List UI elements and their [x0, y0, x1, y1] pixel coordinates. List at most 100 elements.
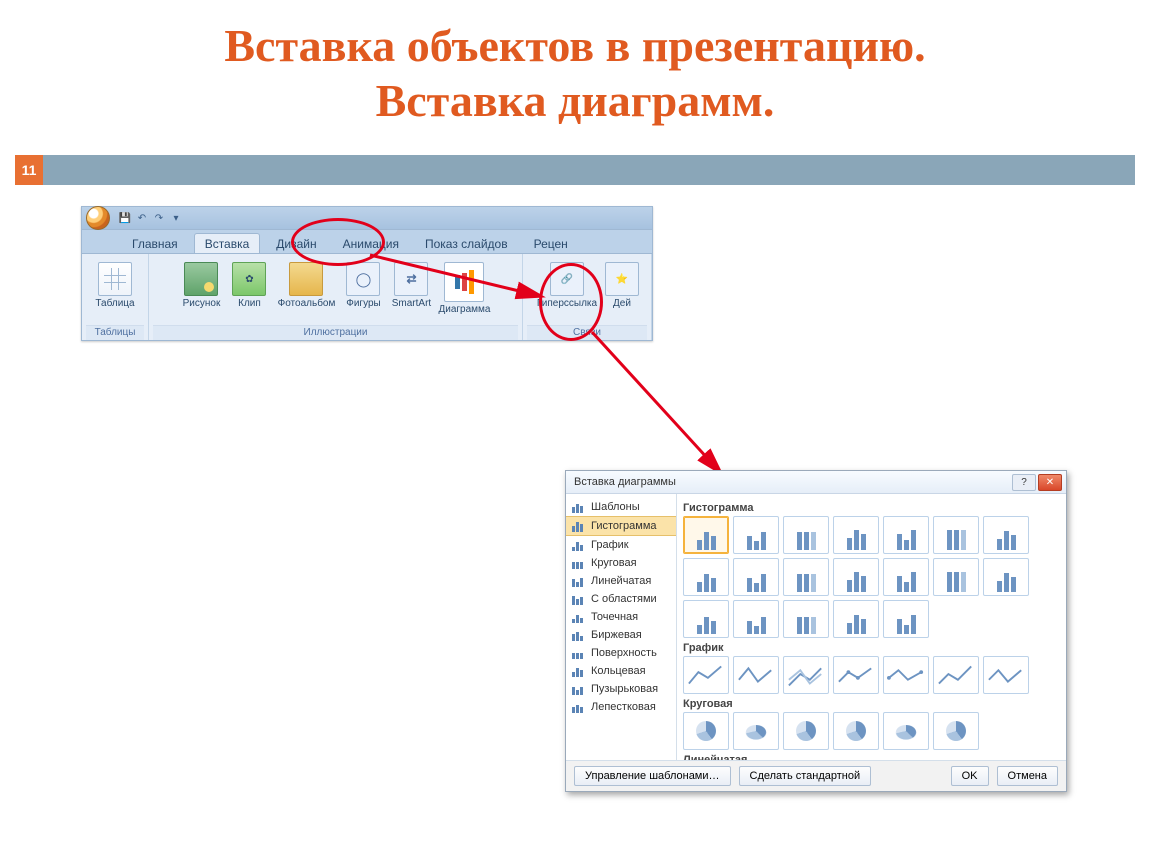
- chart-subtype-thumb[interactable]: [983, 558, 1029, 596]
- tab-review[interactable]: Рецен: [524, 234, 578, 253]
- chart-subtype-thumb[interactable]: [883, 516, 929, 554]
- side-bubble[interactable]: Пузырьковая: [566, 680, 676, 698]
- chart-subtype-thumb[interactable]: [883, 558, 929, 596]
- save-icon[interactable]: 💾: [118, 211, 132, 225]
- tab-slideshow[interactable]: Показ слайдов: [415, 234, 518, 253]
- tab-design[interactable]: Дизайн: [266, 234, 326, 253]
- side-area[interactable]: С областями: [566, 590, 676, 608]
- line-thumbs: [683, 656, 1060, 694]
- chart-subtype-thumb[interactable]: [883, 600, 929, 638]
- chart-subtype-thumb[interactable]: [783, 656, 829, 694]
- title-band: [15, 155, 1135, 185]
- chart-subtype-thumb[interactable]: [733, 558, 779, 596]
- chart-subtype-thumb[interactable]: [783, 600, 829, 638]
- chart-subtype-thumb[interactable]: [733, 600, 779, 638]
- side-pie[interactable]: Круговая: [566, 554, 676, 572]
- chart-icon: [444, 262, 484, 302]
- action-button[interactable]: ⭐ Дей: [603, 260, 641, 311]
- dialog-titlebar: Вставка диаграммы ? ✕: [566, 471, 1066, 494]
- help-button[interactable]: ?: [1012, 474, 1036, 491]
- group-tables: Таблица Таблицы: [82, 254, 149, 340]
- shapes-icon: ◯: [346, 262, 380, 296]
- chart-subtype-thumb[interactable]: [733, 516, 779, 554]
- histogram-thumbs: [683, 516, 1060, 638]
- chart-subtype-thumb[interactable]: [833, 656, 879, 694]
- section-histogram-label: Гистограмма: [683, 502, 1060, 514]
- tab-home[interactable]: Главная: [122, 234, 188, 253]
- group-links-label: Связи: [527, 325, 647, 340]
- redo-icon[interactable]: ↷: [152, 211, 166, 225]
- group-illustrations-label: Иллюстрации: [153, 325, 518, 340]
- chart-subtype-thumb[interactable]: [883, 656, 929, 694]
- chart-subtype-thumb[interactable]: [933, 656, 979, 694]
- page-number-badge: 11: [15, 155, 43, 185]
- chart-subtype-thumb[interactable]: [933, 558, 979, 596]
- ribbon-panel: 💾 ↶ ↷ ▾ Главная Вставка Дизайн Анимация …: [81, 206, 653, 341]
- make-default-button[interactable]: Сделать стандартной: [739, 766, 872, 786]
- side-radar[interactable]: Лепестковая: [566, 698, 676, 716]
- ribbon-body: Таблица Таблицы Рисунок ✿ Клип Фотоальбо…: [82, 254, 652, 340]
- picture-icon: [184, 262, 218, 296]
- shapes-button[interactable]: ◯ Фигуры: [340, 260, 386, 311]
- chart-subtype-thumb[interactable]: [683, 558, 729, 596]
- smartart-button[interactable]: ⇄ SmartArt: [388, 260, 434, 311]
- chart-subtype-thumb[interactable]: [683, 600, 729, 638]
- chart-subtype-thumb[interactable]: [833, 558, 879, 596]
- quick-access-toolbar: 💾 ↶ ↷ ▾: [82, 207, 652, 230]
- tab-insert[interactable]: Вставка: [194, 233, 261, 253]
- side-scatter[interactable]: Точечная: [566, 608, 676, 626]
- close-button[interactable]: ✕: [1038, 474, 1062, 491]
- side-stock[interactable]: Биржевая: [566, 626, 676, 644]
- ok-button[interactable]: OK: [951, 766, 989, 786]
- side-line[interactable]: График: [566, 536, 676, 554]
- table-button[interactable]: Таблица: [92, 260, 138, 311]
- side-doughnut[interactable]: Кольцевая: [566, 662, 676, 680]
- ribbon-tabs: Главная Вставка Дизайн Анимация Показ сл…: [82, 230, 652, 254]
- section-line-label: График: [683, 642, 1060, 654]
- action-icon: ⭐: [605, 262, 639, 296]
- cancel-button[interactable]: Отмена: [997, 766, 1058, 786]
- dialog-footer: Управление шаблонами… Сделать стандартно…: [566, 760, 1066, 791]
- clip-button[interactable]: ✿ Клип: [226, 260, 272, 311]
- chart-subtype-thumb[interactable]: [783, 558, 829, 596]
- qat-dropdown-icon[interactable]: ▾: [169, 211, 183, 225]
- chart-subtype-thumb[interactable]: [833, 712, 879, 750]
- chart-subtype-thumb[interactable]: [733, 712, 779, 750]
- hyperlink-icon: 🔗: [550, 262, 584, 296]
- smartart-icon: ⇄: [394, 262, 428, 296]
- tab-animation[interactable]: Анимация: [333, 234, 409, 253]
- chart-subtype-thumb[interactable]: [683, 712, 729, 750]
- chart-subtype-thumb[interactable]: [983, 656, 1029, 694]
- title-line-2: Вставка диаграмм.: [376, 75, 775, 126]
- chart-button[interactable]: Диаграмма: [436, 260, 492, 317]
- chart-subtype-thumb[interactable]: [983, 516, 1029, 554]
- undo-icon[interactable]: ↶: [135, 211, 149, 225]
- chart-subtype-thumb[interactable]: [883, 712, 929, 750]
- manage-templates-button[interactable]: Управление шаблонами…: [574, 766, 731, 786]
- chart-subtype-thumb[interactable]: [733, 656, 779, 694]
- chart-subtype-thumb[interactable]: [933, 516, 979, 554]
- table-icon: [98, 262, 132, 296]
- group-tables-label: Таблицы: [86, 325, 144, 340]
- chart-subtype-thumb[interactable]: [783, 712, 829, 750]
- chart-subtype-thumb[interactable]: [783, 516, 829, 554]
- side-surface[interactable]: Поверхность: [566, 644, 676, 662]
- slide-title: Вставка объектов в презентацию. Вставка …: [0, 18, 1150, 128]
- insert-chart-dialog: Вставка диаграммы ? ✕ Шаблоны Гистограмм…: [565, 470, 1067, 792]
- side-histogram[interactable]: Гистограмма: [566, 516, 676, 536]
- picture-button[interactable]: Рисунок: [178, 260, 224, 311]
- side-templates[interactable]: Шаблоны: [566, 498, 676, 516]
- side-bar[interactable]: Линейчатая: [566, 572, 676, 590]
- chart-subtype-thumb[interactable]: [933, 712, 979, 750]
- table-label: Таблица: [95, 298, 134, 309]
- dialog-title: Вставка диаграммы: [574, 476, 676, 488]
- dialog-side-list: Шаблоны Гистограмма График Круговая Лине…: [566, 494, 677, 760]
- title-line-1: Вставка объектов в презентацию.: [224, 20, 925, 71]
- photoalbum-button[interactable]: Фотоальбом: [274, 260, 338, 311]
- chart-subtype-thumb[interactable]: [833, 600, 879, 638]
- chart-subtype-thumb[interactable]: [683, 656, 729, 694]
- office-button[interactable]: [86, 206, 110, 230]
- hyperlink-button[interactable]: 🔗 Гиперссылка: [533, 260, 601, 311]
- chart-subtype-thumb[interactable]: [833, 516, 879, 554]
- chart-subtype-thumb[interactable]: [683, 516, 729, 554]
